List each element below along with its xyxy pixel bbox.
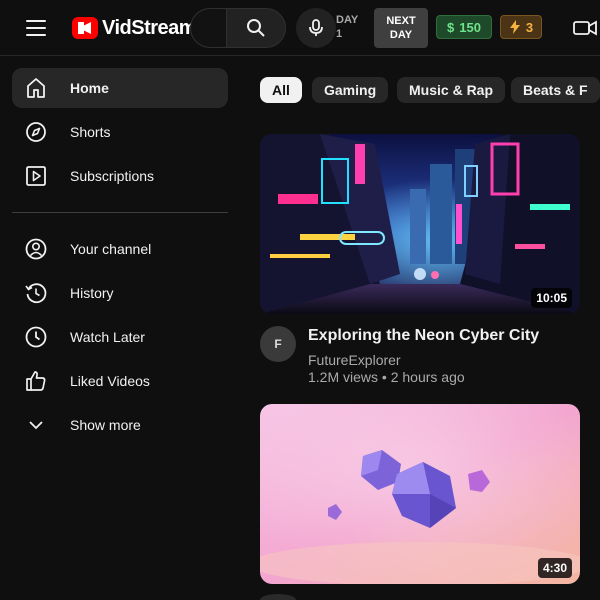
neon-city-image [260,134,580,314]
sidebar-item-label: Shorts [70,124,111,140]
day-label: DAY [336,14,359,26]
sidebar-item-label: Subscriptions [70,168,155,184]
avatar[interactable] [260,594,296,600]
sidebar-item-label: History [70,285,114,301]
user-circle-icon [25,238,47,260]
thumbs-up-icon [26,371,46,391]
sidebar-item-label: Show more [70,417,141,433]
menu-icon[interactable] [24,17,48,39]
energy-badge: 3 [500,15,542,39]
create-video-button[interactable] [572,16,598,40]
chevron-down-icon [29,421,43,430]
video-duration: 4:30 [537,558,572,578]
sidebar-item-subscriptions[interactable]: Subscriptions [12,156,228,196]
subscriptions-icon [26,166,46,186]
video-thumbnail[interactable]: 10:05 [260,134,580,314]
abstract-shapes-image [260,404,580,584]
next-day-button[interactable]: NEXT DAY [374,8,428,48]
sidebar-item-watch-later[interactable]: Watch Later [12,317,228,357]
logo-text: VidStream [102,16,197,39]
search-input[interactable] [190,8,226,48]
sidebar-divider [12,212,228,213]
sidebar-item-liked-videos[interactable]: Liked Videos [12,361,228,401]
top-bar: VidStream DAY 1 NEXT DAY $ 150 3 [0,0,600,56]
sidebar-item-home[interactable]: Home [12,68,228,108]
video-thumbnail[interactable]: 4:30 [260,404,580,584]
energy-value: 3 [525,19,534,35]
sidebar-item-label: Liked Videos [70,373,150,389]
sidebar-item-label: Home [70,80,109,96]
video-duration: 10:05 [531,288,572,308]
chip-all[interactable]: All [260,77,302,103]
video-meta: 1.2M views • 2 hours ago [308,369,465,385]
mic-icon [309,19,323,36]
sidebar-item-your-channel[interactable]: Your channel [12,229,228,269]
avatar[interactable]: F [260,326,296,362]
sidebar-item-history[interactable]: History [12,273,228,313]
clock-icon [25,326,47,348]
money-value: 150 [459,19,481,35]
video-channel[interactable]: FutureExplorer [308,352,401,368]
chip-gaming[interactable]: Gaming [312,77,389,103]
home-icon [27,78,45,98]
next-day-label-line2: DAY [389,29,413,41]
chip-beats[interactable]: Beats & F [511,77,600,103]
category-chips: All Gaming Music & Rap Beats & F [260,77,600,103]
sidebar-item-shorts[interactable]: Shorts [12,112,228,152]
lightning-icon [509,20,520,34]
logo-play-icon [72,17,98,39]
sidebar-item-label: Watch Later [70,329,145,345]
dollar-icon: $ [447,19,455,35]
money-badge: $ 150 [436,15,492,39]
sidebar-item-show-more[interactable]: Show more [12,405,228,445]
video-title[interactable]: Exploring the Neon Cyber City [308,327,588,345]
chip-music-rap[interactable]: Music & Rap [397,77,506,103]
day-value: 1 [336,28,343,40]
day-counter: DAY 1 [336,13,366,41]
next-day-label-line1: NEXT [386,15,416,27]
compass-icon [26,122,46,142]
search-icon [247,19,265,37]
video-camera-icon [573,20,597,36]
mic-button[interactable] [296,8,336,48]
history-icon [25,283,47,304]
sidebar-item-label: Your channel [70,241,152,257]
sidebar: Home Shorts Subscriptions Your channel H… [0,57,240,600]
search-button[interactable] [226,8,286,48]
logo[interactable]: VidStream [72,15,197,41]
